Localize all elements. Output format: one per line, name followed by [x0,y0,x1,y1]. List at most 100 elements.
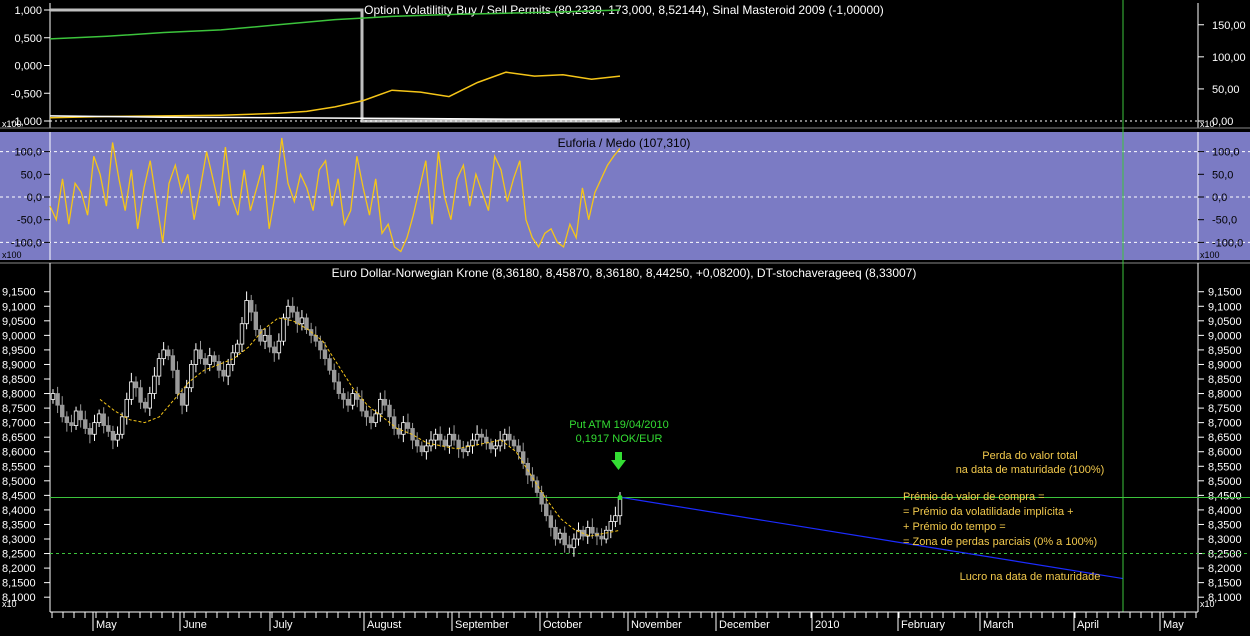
bottom-left-tick-label: 8,7000 [2,418,36,430]
candle-body [152,375,157,394]
candle-body [336,381,342,394]
candle-body [101,413,106,426]
candle-body [216,361,222,371]
candle-body [456,439,461,450]
put-annotation-line1: Put ATM 19/04/2010 [569,419,668,431]
bottom-left-tick-label: 9,0500 [2,316,36,328]
candle-body [110,430,116,441]
candle-body [327,358,332,371]
middle-scale-tag-right: x100 [1200,250,1220,260]
x-axis-tick-label: December [719,619,770,631]
candle-body [511,439,517,447]
bottom-right-tick-label: 8,2500 [1208,549,1242,561]
bottom-left-tick-label: 8,3500 [2,519,36,531]
candle-body [474,433,480,441]
candle-body [571,538,577,549]
top-left-tick-label: 0,000 [14,61,42,73]
x-axis-tick-label: August [367,619,401,631]
candle-body [221,369,226,377]
candle-body [567,544,572,549]
premium-annotation-line2: = Prémio da volatilidade implícita + [903,506,1074,518]
candle-body [106,425,111,432]
bottom-right-tick-label: 8,8500 [1208,374,1242,386]
x-axis-tick-label: June [183,619,207,631]
candle-body [129,381,134,400]
candle-body [69,422,74,426]
candle-body [447,433,452,447]
candle-body [507,433,512,441]
middle-left-tick-label: 50,0 [21,169,42,181]
middle-left-tick-label: 0,0 [27,192,42,204]
candle-body [599,535,604,540]
candle-body [281,317,286,342]
candle-body [73,410,79,426]
candle-body [239,323,245,345]
bottom-right-tick-label: 9,0500 [1208,316,1242,328]
candle-body [424,445,429,453]
candle-body [87,428,93,435]
candle-body [373,413,378,424]
candle-body [60,404,65,418]
x-axis-tick-label: July [273,619,293,631]
candle-body [484,436,489,444]
bottom-right-tick-label: 8,4500 [1208,490,1242,502]
candle-body [613,515,618,522]
bottom-right-tick-label: 8,4000 [1208,505,1242,517]
candle-body [479,433,484,438]
bottom-right-tick-label: 8,1500 [1208,578,1242,590]
bottom-right-tick-label: 8,5000 [1208,476,1242,488]
candle-body [253,311,259,330]
profit-annotation: Lucro na data de maturidade [960,571,1101,583]
x-axis-tick-label: 2010 [815,619,839,631]
x-axis-tick-label: May [96,619,117,631]
candle-body [359,398,365,412]
candle-body [364,410,369,418]
candle-body [147,393,153,409]
candle-body [387,404,392,418]
candle-body [355,393,360,400]
bottom-left-tick-label: 8,6000 [2,447,36,459]
top-scale-tag-left: x100 [2,119,22,129]
candle-body [262,334,268,342]
middle-left-tick-label: -100,0 [11,237,42,249]
premium-annotation-line1: Prémio do valor de compra = [903,491,1045,503]
bottom-right-tick-label: 8,6500 [1208,432,1242,444]
candle-body [539,492,544,505]
candle-body [166,349,171,357]
candle-body [345,398,351,406]
candle-body [285,305,291,319]
candle-body [124,398,129,418]
candle-body [350,393,355,406]
bottom-left-tick-label: 8,2500 [2,549,36,561]
bottom-left-tick-label: 8,6500 [2,432,36,444]
bottom-left-tick-label: 8,4500 [2,490,36,502]
candle-body [83,419,88,429]
candle-body [55,393,60,406]
top-right-tick-label: 50,00 [1212,84,1240,96]
bottom-left-tick-label: 8,5000 [2,476,36,488]
middle-right-tick-label: 0,0 [1212,192,1227,204]
bottom-left-tick-label: 8,1500 [2,578,36,590]
bottom-left-tick-label: 8,5500 [2,461,36,473]
bottom-left-tick-label: 8,8500 [2,374,36,386]
candle-body [544,503,549,517]
loss-annotation-line2: na data de maturidade (100%) [956,464,1105,476]
candle-body [396,428,401,435]
candle-body [557,532,563,540]
x-axis-tick-label: March [983,619,1014,631]
candle-body [617,497,623,517]
candle-body [142,401,148,409]
bottom-right-tick-label: 9,1500 [1208,287,1242,299]
bottom-left-tick-label: 8,9000 [2,359,36,371]
x-axis-tick-label: February [901,619,946,631]
middle-left-tick-label: 100,0 [14,147,42,159]
top-left-tick-label: 0,500 [14,33,42,45]
candle-body [428,439,434,447]
candle-body [156,358,162,377]
candle-body [272,346,277,354]
bottom-left-tick-label: 9,0000 [2,330,36,342]
top-right-tick-label: 100,00 [1212,52,1246,64]
candle-body [419,445,424,453]
candle-body [562,532,567,546]
candle-body [133,381,139,389]
